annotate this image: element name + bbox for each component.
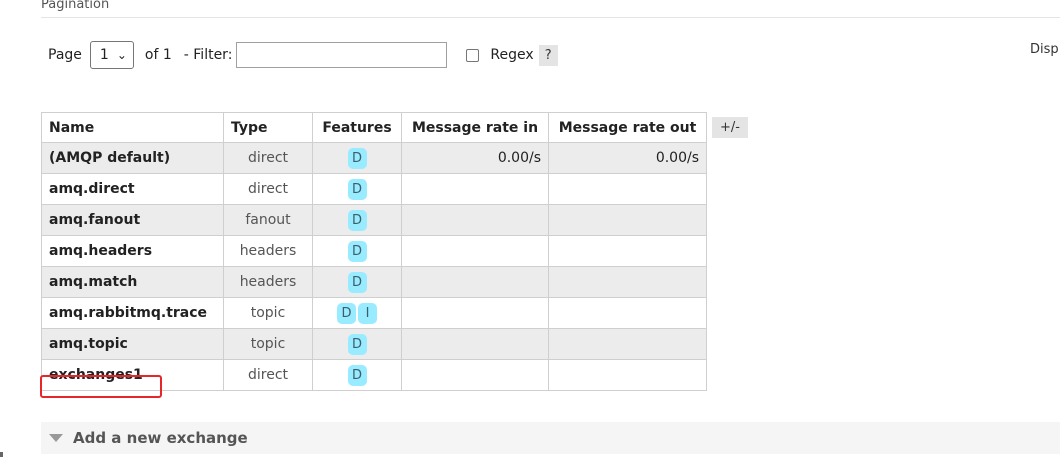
exchange-name-link[interactable]: amq.rabbitmq.trace bbox=[41, 297, 224, 329]
table-header-row: Name Type Features Message rate in Messa… bbox=[41, 112, 707, 143]
column-header-type[interactable]: Type bbox=[223, 112, 313, 143]
left-edge-mark bbox=[0, 452, 3, 457]
exchange-type: direct bbox=[223, 359, 313, 391]
feature-badge: I bbox=[358, 302, 377, 324]
rate-out-cell: 0.00/s bbox=[548, 142, 707, 174]
feature-badge: D bbox=[347, 364, 367, 386]
column-header-rate-out[interactable]: Message rate out bbox=[548, 112, 707, 143]
column-toggle-button[interactable]: +/- bbox=[712, 117, 748, 138]
add-exchange-toggle[interactable]: Add a new exchange bbox=[41, 422, 1060, 454]
page-select-value: 1 bbox=[99, 47, 109, 63]
triangle-down-icon bbox=[49, 434, 63, 442]
table-row: amq.fanout fanout D bbox=[41, 204, 707, 236]
column-header-features: Features bbox=[312, 112, 402, 143]
feature-badge: D bbox=[347, 333, 367, 355]
pagination-bar: Page 1 ⌄ of 1 - Filter: Regex ? bbox=[48, 40, 558, 70]
exchange-type: topic bbox=[223, 328, 313, 360]
rate-in-cell bbox=[401, 204, 549, 236]
column-header-rate-in[interactable]: Message rate in bbox=[401, 112, 549, 143]
exchange-type: direct bbox=[223, 142, 313, 174]
page-select[interactable]: 1 ⌄ bbox=[89, 41, 134, 69]
exchange-type: headers bbox=[223, 266, 313, 298]
rate-out-cell bbox=[548, 359, 707, 391]
column-header-name[interactable]: Name bbox=[41, 112, 224, 143]
section-title: Pagination bbox=[41, 0, 110, 12]
exchange-type: headers bbox=[223, 235, 313, 267]
exchange-features: D bbox=[312, 204, 402, 236]
table-row: amq.headers headers D bbox=[41, 235, 707, 267]
exchange-name-link[interactable]: exchanges1 bbox=[41, 359, 224, 391]
exchange-name-link[interactable]: amq.headers bbox=[41, 235, 224, 267]
add-exchange-label: Add a new exchange bbox=[73, 429, 248, 447]
feature-badge: D bbox=[347, 240, 367, 262]
filter-input[interactable] bbox=[236, 42, 448, 68]
page-label: Page bbox=[48, 47, 82, 63]
exchange-features: D bbox=[312, 328, 402, 360]
exchange-name-link[interactable]: amq.direct bbox=[41, 173, 224, 205]
exchanges-table: Name Type Features Message rate in Messa… bbox=[41, 112, 707, 391]
rate-in-cell bbox=[401, 173, 549, 205]
feature-badge: D bbox=[347, 147, 367, 169]
table-row: (AMQP default) direct D 0.00/s 0.00/s bbox=[41, 142, 707, 174]
rate-out-cell bbox=[548, 204, 707, 236]
feature-badge: D bbox=[347, 178, 367, 200]
exchange-name-link[interactable]: amq.match bbox=[41, 266, 224, 298]
table-row: amq.direct direct D bbox=[41, 173, 707, 205]
rate-in-cell bbox=[401, 235, 549, 267]
table-row: exchanges1 direct D bbox=[41, 359, 707, 391]
exchange-features: DI bbox=[312, 297, 402, 329]
regex-label: Regex bbox=[490, 47, 534, 63]
exchange-features: D bbox=[312, 173, 402, 205]
feature-badge: D bbox=[347, 271, 367, 293]
rate-in-cell bbox=[401, 266, 549, 298]
rate-in-cell bbox=[401, 328, 549, 360]
exchange-features: D bbox=[312, 235, 402, 267]
rate-in-cell bbox=[401, 359, 549, 391]
section-divider bbox=[41, 17, 1060, 18]
exchange-features: D bbox=[312, 142, 402, 174]
regex-checkbox[interactable] bbox=[466, 48, 480, 62]
exchange-features: D bbox=[312, 359, 402, 391]
rate-out-cell bbox=[548, 328, 707, 360]
exchange-name-link[interactable]: amq.topic bbox=[41, 328, 224, 360]
help-button[interactable]: ? bbox=[538, 44, 558, 66]
exchange-name-link[interactable]: (AMQP default) bbox=[41, 142, 224, 174]
exchange-type: direct bbox=[223, 173, 313, 205]
rate-in-cell: 0.00/s bbox=[401, 142, 549, 174]
rate-out-cell bbox=[548, 173, 707, 205]
exchange-type: topic bbox=[223, 297, 313, 329]
table-row: amq.match headers D bbox=[41, 266, 707, 298]
table-row: amq.rabbitmq.trace topic D I bbox=[41, 297, 707, 329]
rate-out-cell bbox=[548, 297, 707, 329]
exchange-features: D bbox=[312, 266, 402, 298]
page-count-label: of 1 bbox=[144, 47, 172, 63]
rate-out-cell bbox=[548, 266, 707, 298]
table-row: amq.topic topic D bbox=[41, 328, 707, 360]
rate-out-cell bbox=[548, 235, 707, 267]
rate-in-cell bbox=[401, 297, 549, 329]
exchange-type: fanout bbox=[223, 204, 313, 236]
feature-badge: D bbox=[347, 209, 367, 231]
chevron-down-icon: ⌄ bbox=[116, 48, 127, 62]
feature-badge: D bbox=[337, 302, 356, 324]
filter-label: - Filter: bbox=[183, 47, 233, 63]
exchange-name-link[interactable]: amq.fanout bbox=[41, 204, 224, 236]
display-label: Disp bbox=[1030, 42, 1059, 57]
